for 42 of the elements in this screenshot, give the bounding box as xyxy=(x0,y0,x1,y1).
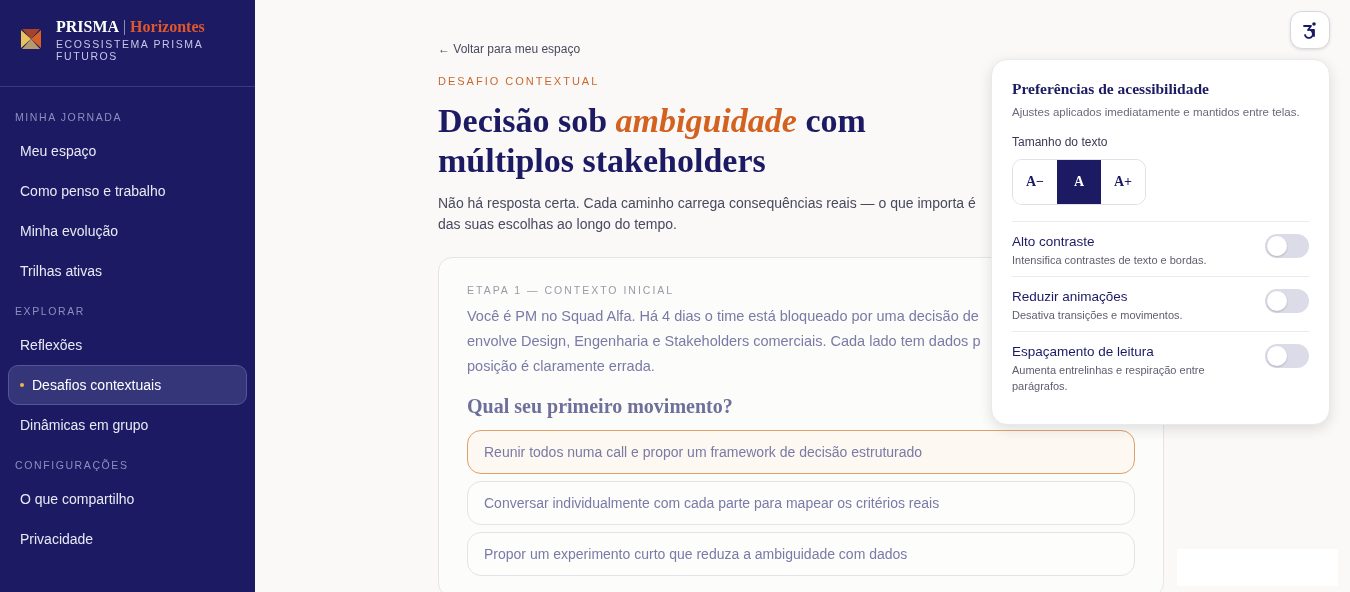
text-size-button[interactable]: A xyxy=(1057,160,1101,204)
panel-title: Preferências de acessibilidade xyxy=(1012,80,1210,98)
page-title: Decisão sob ambiguidade com múltiplos stakeholders xyxy=(438,101,867,181)
section-heading: MINHA JORNADA xyxy=(14,110,124,125)
setting-label: Espaçamento de leitura xyxy=(1012,344,1155,359)
panel-subtitle: Ajustes aplicados imediatamente e mantidos entre telas. xyxy=(1012,105,1301,120)
toggle-switch[interactable] xyxy=(1265,344,1309,368)
accessibility-button[interactable] xyxy=(1290,11,1330,49)
intro-text: Não há resposta certa. Cada caminho carrega consequências reais — o que importa é das suas escolhas ao longo do tempo. xyxy=(438,194,977,234)
setting-label: Reduzir animações xyxy=(1012,289,1129,304)
sidebar-item[interactable]: Desafios contextuais xyxy=(8,365,247,405)
toggle-switch[interactable] xyxy=(1265,234,1309,258)
section-heading: EXPLORAR xyxy=(14,304,86,319)
bullet-icon xyxy=(20,383,24,387)
eyebrow-label: DESAFIO CONTEXTUAL xyxy=(438,75,601,87)
logo-icon xyxy=(18,26,44,52)
setting-label: Alto contraste xyxy=(1012,234,1096,249)
step-label: ETAPA 1 — CONTEXTO INICIAL xyxy=(467,284,676,296)
product-name: Horizontes xyxy=(130,18,205,36)
question-heading: Qual seu primeiro movimento? xyxy=(467,395,734,418)
setting-description: Intensifica contrastes de texto e bordas. xyxy=(1012,253,1208,268)
sidebar-item[interactable]: Reflexões xyxy=(8,325,247,365)
setting-description: Desativa transições e movimentos. xyxy=(1012,308,1184,323)
context-text: Você é PM no Squad Alfa. Há 4 dias o time está bloqueado por uma decisão de envolve Design, Engenharia e Stakeholders comerciais. Cada lado tem dados p posição é claramente errada. xyxy=(467,307,982,376)
sidebar-item[interactable]: Privacidade xyxy=(8,519,247,559)
answer-option[interactable]: Conversar individualmente com cada parte para mapear os critérios reais xyxy=(467,481,1135,525)
back-link[interactable]: ← Voltar para meu espaço xyxy=(438,42,581,56)
answer-option[interactable]: Reunir todos numa call e propor um framework de decisão estruturado xyxy=(467,430,1135,474)
sidebar-item[interactable]: Dinâmicas em grupo xyxy=(8,405,247,445)
brand-name: PRISMA xyxy=(56,18,120,36)
accessibility-icon xyxy=(1301,21,1319,39)
text-size-label: Tamanho do texto xyxy=(1012,135,1109,149)
sidebar-item[interactable]: Trilhas ativas xyxy=(8,251,247,291)
setting-description: Aumenta entrelinhas e respiração entre parágrafos. xyxy=(1012,363,1206,394)
brand-tagline: ECOSSISTEMA PRISMA FUTUROS xyxy=(56,38,204,62)
answer-option[interactable]: Propor um experimento curto que reduza a ambiguidade com dados xyxy=(467,532,1135,576)
toggle-switch[interactable] xyxy=(1265,289,1309,313)
sidebar-item[interactable]: O que compartilho xyxy=(8,479,247,519)
sidebar-item[interactable]: Minha evolução xyxy=(8,211,247,251)
section-heading: CONFIGURAÇÕES xyxy=(14,458,130,473)
sidebar-item[interactable]: Meu espaço xyxy=(8,131,247,171)
sidebar-item[interactable]: Como penso e trabalho xyxy=(8,171,247,211)
